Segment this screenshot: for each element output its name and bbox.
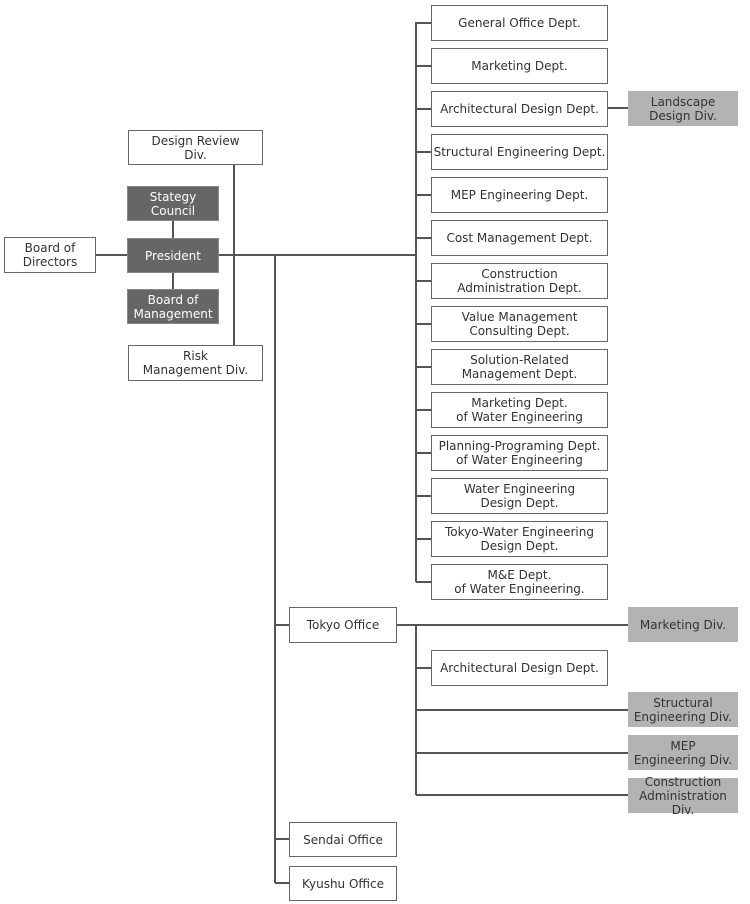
tokyo-structural-div-box: Structural Engineering Div. <box>628 692 738 727</box>
landscape-design-box: Landscape Design Div. <box>628 91 738 126</box>
tokyo-architectural-dept-box: Architectural Design Dept. <box>431 650 608 686</box>
department-box: Planning-Programing Dept. of Water Engin… <box>431 435 608 471</box>
department-box: Cost Management Dept. <box>431 220 608 256</box>
strategy-council-box: Stategy Council <box>127 186 219 221</box>
department-box: Solution-Related Management Dept. <box>431 349 608 385</box>
department-box: General Office Dept. <box>431 5 608 41</box>
department-box: Water Engineering Design Dept. <box>431 478 608 514</box>
tokyo-office-box: Tokyo Office <box>289 607 397 643</box>
kyushu-office-box: Kyushu Office <box>289 866 397 901</box>
department-box: Marketing Dept. of Water Engineering <box>431 392 608 428</box>
department-box: Marketing Dept. <box>431 48 608 84</box>
tokyo-mep-div-box: MEP Engineering Div. <box>628 735 738 770</box>
risk-management-box: Risk Management Div. <box>128 345 263 381</box>
president-box: President <box>127 238 219 273</box>
sendai-office-box: Sendai Office <box>289 822 397 857</box>
department-box: Tokyo-Water Engineering Design Dept. <box>431 521 608 557</box>
department-box: Construction Administration Dept. <box>431 263 608 299</box>
tokyo-marketing-div-box: Marketing Div. <box>628 607 738 642</box>
department-box: M&E Dept. of Water Engineering. <box>431 564 608 600</box>
department-box: Architectural Design Dept. <box>431 91 608 127</box>
design-review-box: Design Review Div. <box>128 130 263 165</box>
department-box: MEP Engineering Dept. <box>431 177 608 213</box>
department-box: Structural Engineering Dept. <box>431 134 608 170</box>
board-of-directors-box: Board of Directors <box>4 237 96 273</box>
org-chart: Board of Directors Design Review Div. St… <box>0 0 750 904</box>
board-of-management-box: Board of Management <box>127 289 219 324</box>
department-box: Value Management Consulting Dept. <box>431 306 608 342</box>
tokyo-construction-div-box: Construction Administration Div. <box>628 775 738 817</box>
